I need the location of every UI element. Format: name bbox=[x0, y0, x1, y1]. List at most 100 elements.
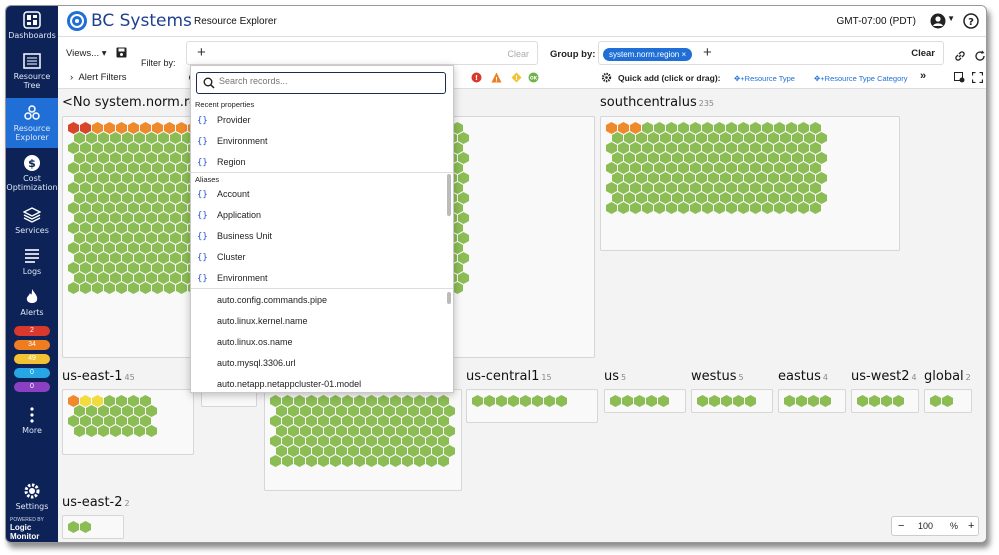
resource-hexagon[interactable] bbox=[634, 395, 645, 407]
resource-hexagon[interactable] bbox=[86, 272, 97, 284]
dropdown-item-business-unit[interactable]: {} Business Unit bbox=[191, 226, 443, 246]
resource-hexagon[interactable] bbox=[80, 122, 91, 134]
resource-hexagon[interactable] bbox=[164, 242, 175, 254]
resource-hexagon[interactable] bbox=[458, 132, 469, 144]
resource-hexagon[interactable] bbox=[134, 425, 145, 437]
dropdown-item-provider[interactable]: {} Provider bbox=[191, 110, 443, 130]
resource-hexagon[interactable] bbox=[606, 122, 617, 134]
resource-hexagon[interactable] bbox=[134, 152, 145, 164]
resource-hexagon[interactable] bbox=[642, 162, 653, 174]
resource-hexagon[interactable] bbox=[68, 222, 79, 234]
resource-hexagon[interactable] bbox=[270, 455, 281, 467]
resource-hexagon[interactable] bbox=[702, 202, 713, 214]
resource-hexagon[interactable] bbox=[92, 182, 103, 194]
resource-hexagon[interactable] bbox=[104, 202, 115, 214]
resource-hexagon[interactable] bbox=[893, 395, 904, 407]
resource-hexagon[interactable] bbox=[750, 142, 761, 154]
sidebar-item-more[interactable]: More bbox=[6, 406, 58, 435]
group-box[interactable] bbox=[691, 389, 773, 413]
resource-hexagon[interactable] bbox=[709, 395, 720, 407]
warning-alert-icon[interactable]: ! bbox=[511, 72, 522, 83]
resource-hexagon[interactable] bbox=[98, 232, 109, 244]
resource-hexagon[interactable] bbox=[366, 455, 377, 467]
resource-hexagon[interactable] bbox=[458, 192, 469, 204]
resource-hexagon[interactable] bbox=[816, 172, 827, 184]
group-box[interactable] bbox=[604, 389, 686, 413]
resource-hexagon[interactable] bbox=[750, 162, 761, 174]
zoom-out-button[interactable]: − bbox=[898, 520, 904, 532]
resource-hexagon[interactable] bbox=[140, 415, 151, 427]
resource-hexagon[interactable] bbox=[708, 172, 719, 184]
resource-hexagon[interactable] bbox=[444, 405, 455, 417]
resource-hexagon[interactable] bbox=[798, 162, 809, 174]
resource-hexagon[interactable] bbox=[68, 242, 79, 254]
resource-hexagon[interactable] bbox=[128, 142, 139, 154]
resource-hexagon[interactable] bbox=[636, 192, 647, 204]
resource-hexagon[interactable] bbox=[122, 172, 133, 184]
resource-hexagon[interactable] bbox=[282, 435, 293, 447]
resource-hexagon[interactable] bbox=[768, 132, 779, 144]
resource-hexagon[interactable] bbox=[300, 425, 311, 437]
resource-hexagon[interactable] bbox=[116, 202, 127, 214]
scrollbar-thumb[interactable] bbox=[447, 174, 451, 216]
resource-hexagon[interactable] bbox=[438, 455, 449, 467]
resource-hexagon[interactable] bbox=[116, 395, 127, 407]
chevron-down-icon[interactable]: ▼ bbox=[947, 14, 955, 23]
resource-hexagon[interactable] bbox=[378, 435, 389, 447]
resource-hexagon[interactable] bbox=[672, 132, 683, 144]
resource-hexagon[interactable] bbox=[104, 242, 115, 254]
resource-hexagon[interactable] bbox=[744, 192, 755, 204]
resource-hexagon[interactable] bbox=[798, 142, 809, 154]
resource-hexagon[interactable] bbox=[146, 172, 157, 184]
resource-hexagon[interactable] bbox=[750, 122, 761, 134]
resource-hexagon[interactable] bbox=[774, 202, 785, 214]
resource-hexagon[interactable] bbox=[158, 192, 169, 204]
resource-hexagon[interactable] bbox=[378, 455, 389, 467]
resource-hexagon[interactable] bbox=[86, 192, 97, 204]
resource-hexagon[interactable] bbox=[68, 162, 79, 174]
resource-hexagon[interactable] bbox=[128, 222, 139, 234]
resource-hexagon[interactable] bbox=[648, 152, 659, 164]
resource-hexagon[interactable] bbox=[402, 395, 413, 407]
add-filter-icon[interactable]: + bbox=[197, 44, 206, 61]
resource-hexagon[interactable] bbox=[432, 405, 443, 417]
resource-hexagon[interactable] bbox=[426, 455, 437, 467]
resource-hexagon[interactable] bbox=[146, 212, 157, 224]
resource-hexagon[interactable] bbox=[726, 182, 737, 194]
resource-hexagon[interactable] bbox=[426, 415, 437, 427]
resource-hexagon[interactable] bbox=[104, 222, 115, 234]
sidebar-item-alerts[interactable]: Alerts bbox=[6, 288, 58, 317]
resource-hexagon[interactable] bbox=[116, 222, 127, 234]
resource-hexagon[interactable] bbox=[80, 222, 91, 234]
resource-hexagon[interactable] bbox=[330, 435, 341, 447]
resource-hexagon[interactable] bbox=[98, 172, 109, 184]
resource-hexagon[interactable] bbox=[104, 395, 115, 407]
resource-hexagon[interactable] bbox=[678, 182, 689, 194]
resource-hexagon[interactable] bbox=[300, 445, 311, 457]
resource-hexagon[interactable] bbox=[104, 162, 115, 174]
resource-hexagon[interactable] bbox=[606, 142, 617, 154]
resource-hexagon[interactable] bbox=[116, 162, 127, 174]
resource-hexagon[interactable] bbox=[366, 415, 377, 427]
filter-clear-button[interactable]: Clear bbox=[507, 49, 529, 59]
resource-hexagon[interactable] bbox=[152, 182, 163, 194]
resource-hexagon[interactable] bbox=[140, 162, 151, 174]
group-label[interactable]: us-east-1 45 bbox=[62, 369, 135, 384]
resource-hexagon[interactable] bbox=[606, 162, 617, 174]
resource-hexagon[interactable] bbox=[774, 182, 785, 194]
resource-hexagon[interactable] bbox=[646, 395, 657, 407]
resource-hexagon[interactable] bbox=[176, 242, 187, 254]
group-label[interactable]: us-west2 4 bbox=[851, 369, 917, 384]
resource-hexagon[interactable] bbox=[810, 162, 821, 174]
resource-hexagon[interactable] bbox=[697, 395, 708, 407]
resource-hexagon[interactable] bbox=[612, 192, 623, 204]
resource-hexagon[interactable] bbox=[92, 202, 103, 214]
resource-hexagon[interactable] bbox=[798, 182, 809, 194]
resource-hexagon[interactable] bbox=[414, 455, 425, 467]
resource-hexagon[interactable] bbox=[808, 395, 819, 407]
resource-hexagon[interactable] bbox=[312, 425, 323, 437]
dropdown-item-property[interactable]: auto.mysql.3306.url bbox=[191, 353, 443, 373]
resource-hexagon[interactable] bbox=[176, 142, 187, 154]
resource-hexagon[interactable] bbox=[744, 132, 755, 144]
resource-hexagon[interactable] bbox=[390, 435, 401, 447]
